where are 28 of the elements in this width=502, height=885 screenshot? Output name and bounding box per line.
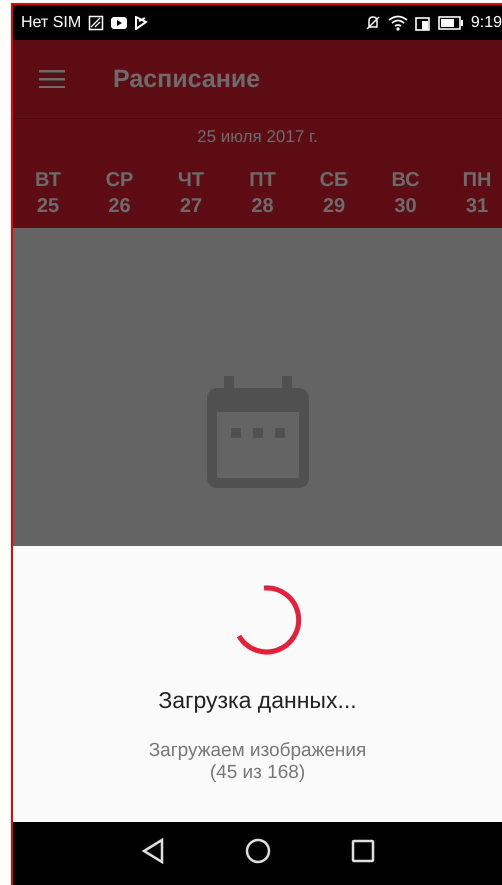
recents-button[interactable] xyxy=(350,838,374,862)
carrier-text: Нет SIM xyxy=(21,14,82,32)
day-tab[interactable]: ЧТ 27 xyxy=(166,167,216,219)
back-button[interactable] xyxy=(140,838,164,864)
home-button[interactable] xyxy=(244,838,270,864)
home-icon xyxy=(244,838,270,864)
day-tab[interactable]: ВТ 25 xyxy=(23,167,73,219)
screen-title: Расписание xyxy=(113,64,260,94)
clock-text: 9:19 xyxy=(470,14,502,32)
loading-title: Загрузка данных... xyxy=(158,687,357,714)
date-text: 25 июля 2017 г. xyxy=(196,126,319,148)
wifi-icon xyxy=(388,14,408,30)
day-tab[interactable]: ПН 31 xyxy=(452,167,502,219)
back-icon xyxy=(140,838,164,864)
image-icon xyxy=(88,14,104,30)
day-tab[interactable]: ПТ 28 xyxy=(238,167,288,219)
menu-icon xyxy=(39,70,65,88)
mute-icon xyxy=(364,14,381,30)
day-tab[interactable]: СР 26 xyxy=(94,167,144,219)
loading-message: Загружаем изображения xyxy=(148,740,366,762)
recents-icon xyxy=(350,838,374,862)
battery-icon xyxy=(438,16,464,30)
day-tab[interactable]: СБ 29 xyxy=(309,167,359,219)
menu-button[interactable] xyxy=(39,70,65,88)
progress-count: (45 из 168) xyxy=(210,762,306,784)
sim-icon xyxy=(414,14,431,30)
video-icon xyxy=(111,16,128,28)
day-tab[interactable]: ВС 30 xyxy=(380,167,430,219)
